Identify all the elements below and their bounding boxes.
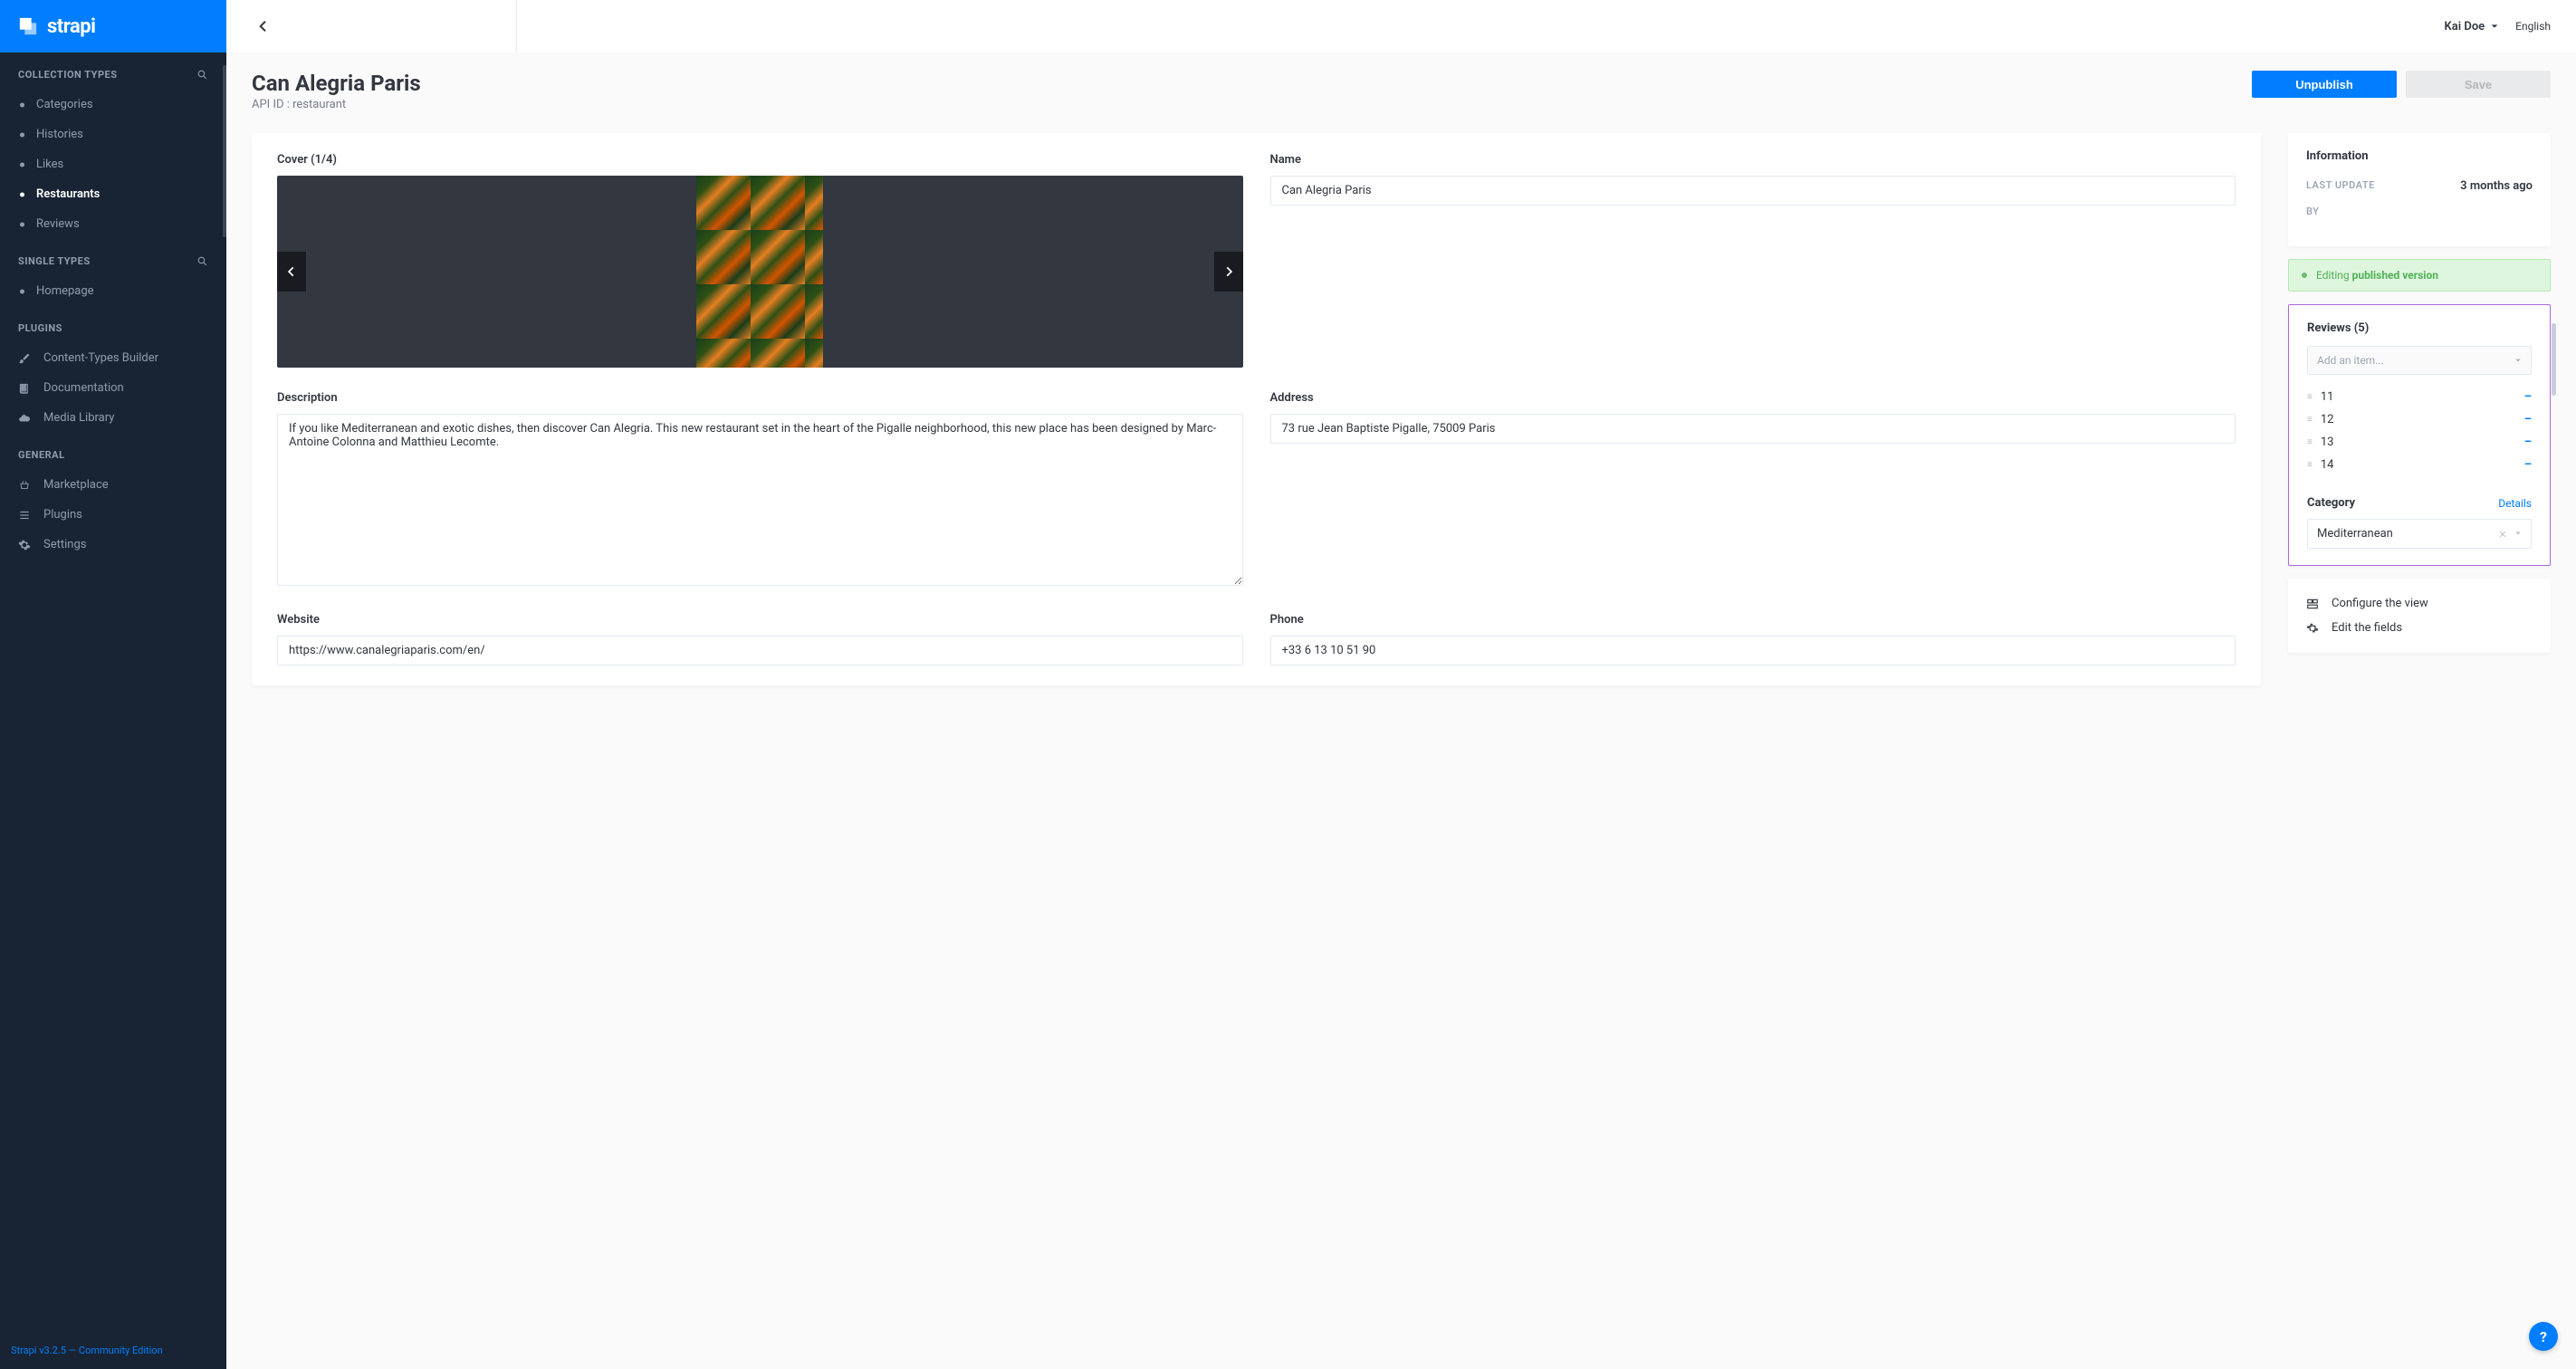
gear-icon (2306, 622, 2319, 635)
by-key: BY (2306, 206, 2319, 217)
category-select[interactable]: Mediterranean (2307, 519, 2532, 549)
chevron-right-icon (1222, 265, 1235, 278)
review-item[interactable]: ≡13 – (2307, 431, 2532, 454)
category-details-link[interactable]: Details (2498, 497, 2532, 510)
website-label: Website (277, 613, 1243, 627)
review-item[interactable]: ≡14 – (2307, 454, 2532, 476)
sidebar-item-restaurants[interactable]: Restaurants (0, 179, 226, 209)
config-card: Configure the view Edit the fields (2288, 579, 2551, 653)
drag-handle-icon[interactable]: ≡ (2307, 415, 2312, 425)
name-input[interactable] (1270, 176, 2236, 206)
chevron-left-icon (256, 19, 271, 34)
remove-button[interactable]: – (2524, 436, 2532, 449)
page-subtitle: API ID : restaurant (252, 98, 421, 111)
reviews-scroll-thumb[interactable] (2552, 323, 2556, 396)
section-title-collection-types: COLLECTION TYPES (18, 69, 118, 81)
last-update-key: LAST UPDATE (2306, 179, 2375, 193)
edit-fields-link[interactable]: Edit the fields (2306, 616, 2533, 640)
address-label: Address (1270, 391, 2236, 405)
remove-button[interactable]: – (2524, 458, 2532, 472)
relations-card: Reviews (5) Add an item... ≡11 – ≡12 – (2288, 304, 2551, 566)
category-title: Category (2307, 496, 2355, 510)
main-form-card: Cover (1/4) (252, 133, 2261, 685)
review-item[interactable]: ≡12 – (2307, 408, 2532, 431)
website-input[interactable] (277, 636, 1243, 665)
topbar: Kai Doe English (226, 0, 2576, 53)
section-title-single-types: SINGLE TYPES (18, 255, 91, 267)
remove-button[interactable]: – (2524, 413, 2532, 426)
user-menu[interactable]: Kai Doe (2445, 20, 2500, 34)
sidebar-item-likes[interactable]: Likes (0, 149, 226, 179)
phone-input[interactable] (1270, 636, 2236, 665)
search-icon[interactable] (196, 69, 208, 81)
section-title-general: GENERAL (18, 449, 65, 461)
brand-text: strapi (47, 15, 95, 38)
sidebar-item-content-types-builder[interactable]: Content-Types Builder (0, 343, 226, 373)
information-title: Information (2306, 149, 2533, 163)
cover-label: Cover (1/4) (277, 153, 1243, 167)
sidebar-item-histories[interactable]: Histories (0, 120, 226, 149)
list-icon (18, 509, 31, 522)
phone-label: Phone (1270, 613, 2236, 627)
sidebar-item-reviews[interactable]: Reviews (0, 209, 226, 239)
status-dot-icon (2302, 273, 2307, 278)
sidebar-item-settings[interactable]: Settings (0, 530, 226, 560)
topbar-divider (516, 0, 517, 53)
cover-image (696, 176, 823, 368)
reviews-add-select[interactable]: Add an item... (2307, 346, 2532, 375)
unpublish-button[interactable]: Unpublish (2252, 71, 2397, 98)
name-label: Name (1270, 153, 2236, 167)
sidebar-item-documentation[interactable]: Documentation (0, 373, 226, 403)
sidebar-item-plugins[interactable]: Plugins (0, 500, 226, 530)
search-icon[interactable] (196, 255, 208, 267)
drag-handle-icon[interactable]: ≡ (2307, 460, 2312, 470)
help-button[interactable]: ? (2529, 1322, 2558, 1351)
clear-icon[interactable] (2498, 530, 2507, 539)
strapi-logo-icon (18, 16, 38, 36)
sidebar-item-marketplace[interactable]: Marketplace (0, 470, 226, 500)
review-item[interactable]: ≡11 – (2307, 386, 2532, 408)
paint-brush-icon (18, 352, 31, 365)
carousel-next-button[interactable] (1214, 252, 1243, 292)
chevron-left-icon (285, 265, 298, 278)
cover-carousel[interactable] (277, 176, 1243, 368)
back-button[interactable] (252, 14, 275, 38)
caret-down-icon[interactable] (2514, 530, 2522, 537)
address-input[interactable] (1270, 414, 2236, 444)
drag-handle-icon[interactable]: ≡ (2307, 437, 2312, 447)
remove-button[interactable]: – (2524, 390, 2532, 404)
version-footer[interactable]: Strapi v3.2.5 — Community Edition (0, 1332, 226, 1369)
save-button: Save (2406, 71, 2551, 98)
book-icon (18, 382, 31, 395)
language-selector[interactable]: English (2515, 20, 2551, 33)
caret-down-icon (2490, 22, 2499, 31)
sidebar-item-media-library[interactable]: Media Library (0, 403, 226, 433)
description-textarea[interactable]: If you like Mediterranean and exotic dis… (277, 414, 1243, 586)
layout-icon (2306, 598, 2319, 610)
sidebar-item-categories[interactable]: Categories (0, 90, 226, 120)
description-label: Description (277, 391, 1243, 405)
sidebar: strapi COLLECTION TYPES Categories Histo… (0, 0, 226, 1369)
configure-view-link[interactable]: Configure the view (2306, 591, 2533, 616)
cloud-icon (18, 412, 31, 425)
drag-handle-icon[interactable]: ≡ (2307, 392, 2312, 402)
status-text: Editing published version (2316, 269, 2438, 282)
carousel-prev-button[interactable] (277, 252, 306, 292)
status-banner: Editing published version (2288, 259, 2551, 292)
gear-icon (18, 539, 31, 551)
sidebar-item-homepage[interactable]: Homepage (0, 276, 226, 306)
reviews-title: Reviews (5) (2307, 321, 2532, 335)
last-update-value: 3 months ago (2460, 179, 2533, 193)
logo[interactable]: strapi (0, 0, 226, 53)
basket-icon (18, 479, 31, 492)
section-title-plugins: PLUGINS (18, 322, 62, 334)
information-card: Information LAST UPDATE 3 months ago BY (2288, 133, 2551, 246)
page-title: Can Alegria Paris (252, 71, 421, 96)
caret-down-icon (2514, 357, 2522, 364)
